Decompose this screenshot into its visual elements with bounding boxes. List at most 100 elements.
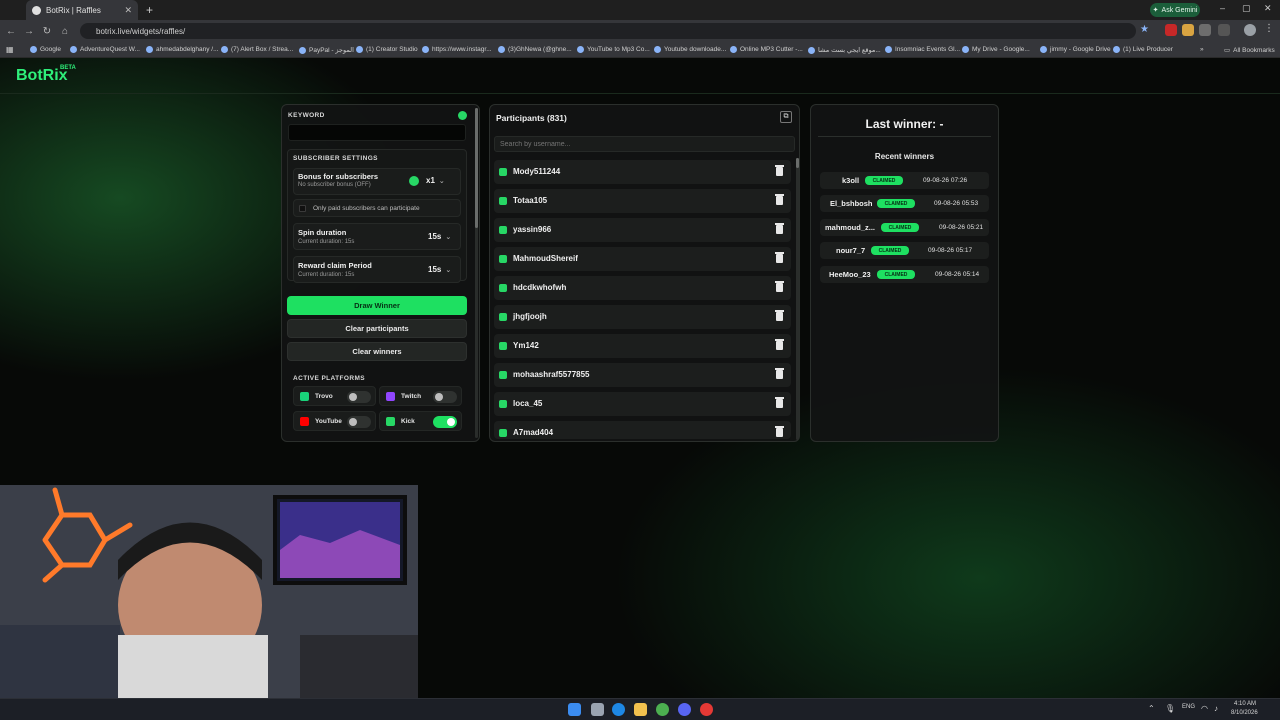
bookmark-item[interactable]: (7) Alert Box / Strea... xyxy=(221,46,293,53)
settings-scrollbar-thumb[interactable] xyxy=(475,108,478,228)
app-icon[interactable] xyxy=(700,703,713,716)
trash-icon[interactable] xyxy=(775,368,784,379)
reload-icon[interactable]: ↻ xyxy=(38,26,56,37)
clock-time[interactable]: 4:10 AM xyxy=(1234,701,1256,707)
trash-icon[interactable] xyxy=(775,194,784,205)
bookmark-item[interactable]: YouTube to Mp3 Co... xyxy=(577,46,650,53)
microphone-icon[interactable]: 🎙 xyxy=(1165,704,1175,713)
file-explorer-icon[interactable] xyxy=(634,703,647,716)
paid-only-checkbox[interactable] xyxy=(299,205,306,212)
winner-time: 09-08-26 05:21 xyxy=(939,224,984,231)
wifi-icon[interactable]: ◠ xyxy=(1201,704,1208,713)
keyword-input[interactable] xyxy=(288,124,466,141)
platform-youtube: YouTube xyxy=(293,411,376,431)
webcam-overlay xyxy=(0,485,418,720)
participants-scrollbar-thumb[interactable] xyxy=(796,158,799,168)
bookmark-item[interactable]: Online MP3 Cutter -... xyxy=(730,46,803,53)
extension-icon[interactable] xyxy=(1199,24,1211,36)
bookmark-item[interactable]: موقع ايجي بست مشا... xyxy=(808,46,881,54)
back-arrow-icon[interactable]: ← xyxy=(2,26,20,37)
trash-icon[interactable] xyxy=(775,252,784,263)
keyword-info-icon[interactable] xyxy=(458,111,467,120)
trash-icon[interactable] xyxy=(775,165,784,176)
participant-row: MahmoudShereif xyxy=(494,247,791,271)
chrome-icon[interactable] xyxy=(656,703,669,716)
kebab-menu-icon[interactable]: ⋮ xyxy=(1264,23,1274,34)
close-window-button[interactable]: ✕ xyxy=(1264,3,1272,14)
copy-icon[interactable]: ⧉ xyxy=(780,111,792,123)
apps-grid-icon[interactable]: ▦ xyxy=(6,45,14,54)
tray-overflow-icon[interactable]: ⌃ xyxy=(1148,704,1155,713)
clear-participants-button[interactable]: Clear participants xyxy=(287,319,467,338)
bookmark-item[interactable]: PayPal - الموجز xyxy=(299,46,354,54)
language-indicator[interactable]: ENG xyxy=(1182,704,1195,710)
all-bookmarks-folder[interactable]: ▭ All Bookmarks xyxy=(1224,46,1275,55)
platform-name: Kick xyxy=(401,418,415,425)
reward-claim-select[interactable]: 15s ⌄ xyxy=(428,265,451,274)
participant-search-input[interactable] xyxy=(494,136,795,152)
platform-trovo: Trovo xyxy=(293,386,376,406)
bookmark-item[interactable]: (3)GhNewa (@ghne... xyxy=(498,46,572,53)
url-field[interactable]: botrix.live/widgets/raffles/ xyxy=(80,23,1136,39)
participant-name: mohaashraf5577855 xyxy=(513,370,590,379)
trash-icon[interactable] xyxy=(775,339,784,350)
discord-icon[interactable] xyxy=(678,703,691,716)
edge-icon[interactable] xyxy=(612,703,625,716)
new-tab-button[interactable]: + xyxy=(146,3,153,17)
participants-scrollbar[interactable] xyxy=(796,158,799,440)
bookmark-item[interactable]: Google xyxy=(30,46,61,53)
spin-duration-subtitle: Current duration: 15s xyxy=(298,239,355,245)
clock-date[interactable]: 8/10/2026 xyxy=(1231,710,1258,716)
last-winner-heading: Last winner: - xyxy=(865,117,944,131)
kick-icon xyxy=(499,400,507,408)
chevron-down-icon: ⌄ xyxy=(445,234,452,241)
trash-icon[interactable] xyxy=(775,281,784,292)
extension-icon[interactable] xyxy=(1165,24,1177,36)
ask-gemini-button[interactable]: ✦ Ask Gemini xyxy=(1150,3,1200,17)
trash-icon[interactable] xyxy=(775,223,784,234)
volume-icon[interactable]: ♪ xyxy=(1214,704,1218,713)
extension-icon[interactable] xyxy=(1182,24,1194,36)
botrix-logo[interactable]: BotRix BETA xyxy=(16,65,76,85)
trash-icon[interactable] xyxy=(775,310,784,321)
bookmark-item[interactable]: Insomniac Events Gl... xyxy=(885,46,960,53)
trash-icon[interactable] xyxy=(775,397,784,408)
trovo-toggle[interactable] xyxy=(347,391,371,403)
profile-avatar[interactable] xyxy=(1244,24,1256,36)
winner-name: El_bshbosh xyxy=(830,199,873,208)
bookmark-item[interactable]: jimmy - Google Drive xyxy=(1040,46,1111,53)
twitch-toggle[interactable] xyxy=(433,391,457,403)
folder-icon: ▭ xyxy=(1224,47,1231,54)
youtube-toggle[interactable] xyxy=(347,416,371,428)
ask-gemini-label: Ask Gemini xyxy=(1161,6,1198,14)
minimize-button[interactable]: – xyxy=(1220,3,1225,13)
browser-tab[interactable]: BotRix | Raffles ✕ xyxy=(26,0,138,20)
task-view-icon[interactable] xyxy=(591,703,604,716)
bookmarks-overflow-icon[interactable]: » xyxy=(1200,46,1204,53)
bookmark-item[interactable]: (1) Live Producer xyxy=(1113,46,1173,53)
bookmark-item[interactable]: Youtube downloade... xyxy=(654,46,726,53)
kick-icon xyxy=(499,255,507,263)
bookmark-item[interactable]: https://www.instagr... xyxy=(422,46,492,53)
bookmark-item[interactable]: (1) Creator Studio xyxy=(356,46,418,53)
maximize-button[interactable]: ▢ xyxy=(1242,3,1251,14)
platform-name: YouTube xyxy=(315,418,342,425)
draw-winner-button[interactable]: Draw Winner xyxy=(287,296,467,315)
spin-duration-select[interactable]: 15s ⌄ xyxy=(428,232,451,241)
extensions-puzzle-icon[interactable] xyxy=(1218,24,1230,36)
bonus-info-icon[interactable] xyxy=(409,176,419,186)
forward-arrow-icon[interactable]: → xyxy=(20,26,38,37)
bookmark-item[interactable]: AdventureQuest W... xyxy=(70,46,140,53)
kick-icon xyxy=(499,284,507,292)
bookmark-star-icon[interactable]: ★ xyxy=(1140,24,1149,35)
trash-icon[interactable] xyxy=(775,426,784,437)
bonus-multiplier-select[interactable]: x1 ⌄ xyxy=(426,176,445,185)
windows-start-icon[interactable] xyxy=(568,703,581,716)
bookmark-item[interactable]: My Drive - Google... xyxy=(962,46,1030,53)
bookmark-item[interactable]: ahmedabdelghany /... xyxy=(146,46,219,53)
clear-winners-button[interactable]: Clear winners xyxy=(287,342,467,361)
kick-toggle[interactable] xyxy=(433,416,457,428)
tab-close-icon[interactable]: ✕ xyxy=(124,5,132,16)
subscriber-settings-label: SUBSCRIBER SETTINGS xyxy=(293,155,378,162)
home-icon[interactable]: ⌂ xyxy=(56,26,74,37)
